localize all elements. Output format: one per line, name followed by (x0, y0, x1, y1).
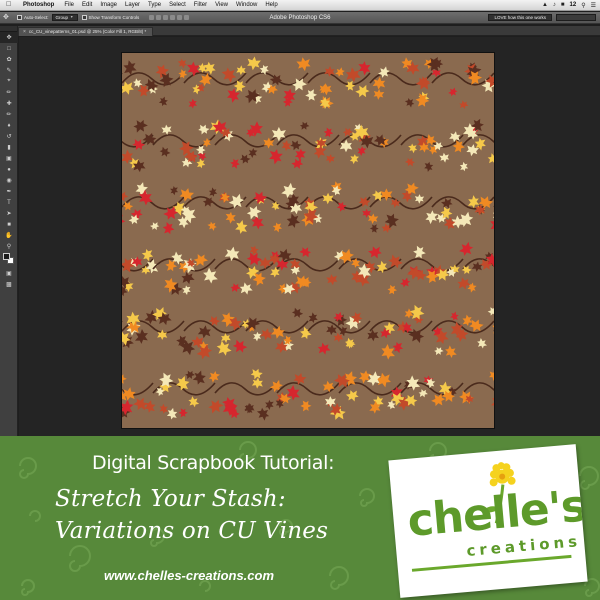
notification-icon[interactable]: ■ (561, 2, 565, 8)
lasso-tool-icon[interactable]: ✿ (0, 54, 18, 65)
transform-controls-checkbox[interactable] (81, 15, 87, 20)
transform-controls-label: Show Transform Controls (88, 15, 140, 20)
menu-file[interactable]: File (60, 2, 78, 8)
eyedropper-tool-icon[interactable]: ✏ (0, 87, 18, 98)
volume-icon[interactable]: ♪ (553, 2, 556, 8)
document-workspace[interactable] (19, 37, 600, 436)
pen-tool-icon[interactable]: ✒ (0, 186, 18, 197)
path-select-icon[interactable]: ➤ (0, 208, 18, 219)
wifi-icon[interactable]: ▲ (542, 2, 548, 8)
menu-window[interactable]: Window (232, 2, 261, 8)
headline-line-2: Variations on CU Vines (55, 518, 329, 544)
close-icon[interactable]: × (23, 28, 26, 36)
color-swatches (0, 252, 18, 268)
align-top-icon[interactable] (149, 15, 155, 20)
website-link[interactable]: www.chelles-creations.com (104, 568, 274, 583)
healing-brush-icon[interactable]: ✚ (0, 98, 18, 109)
align-middle-icon[interactable] (156, 15, 162, 20)
tutorial-tagline: Digital Scrapbook Tutorial: (92, 452, 335, 474)
search-input[interactable] (556, 14, 596, 21)
mac-menu-bar:  Photoshop File Edit Image Layer Type S… (0, 0, 600, 11)
document-tab-bar: × cc_CU_vinepatterns_01.psd @ 25% (Color… (18, 26, 600, 36)
eraser-tool-icon[interactable]: ▮ (0, 142, 18, 153)
quick-select-tool-icon[interactable]: ✎ (0, 65, 18, 76)
menu-layer[interactable]: Layer (121, 2, 144, 8)
workspace-switcher[interactable]: LOVE how this one works (488, 14, 552, 21)
type-tool-icon[interactable]: T (0, 197, 18, 208)
auto-select-dropdown[interactable]: Group ▼ (51, 14, 78, 21)
brush-tool-icon[interactable]: ✏ (0, 109, 18, 120)
crop-tool-icon[interactable]: ⌖ (0, 76, 18, 87)
menu-view[interactable]: View (211, 2, 232, 8)
menu-type[interactable]: Type (144, 2, 165, 8)
menu-select[interactable]: Select (165, 2, 190, 8)
align-left-icon[interactable] (170, 15, 176, 20)
status-badge-count: 12 (569, 2, 577, 8)
shape-tool-icon[interactable]: ■ (0, 219, 18, 230)
menu-help[interactable]: Help (261, 2, 281, 8)
tools-panel: ✥ □ ✿ ✎ ⌖ ✏ ✚ ✏ ♦ ↺ ▮ ▣ ● ◉ ✒ T ➤ ■ ✋ ⚲ … (0, 26, 18, 436)
document-tab[interactable]: × cc_CU_vinepatterns_01.psd @ 25% (Color… (18, 27, 154, 36)
headline-line-1: Stretch Your Stash: (55, 486, 286, 512)
align-right-icon[interactable] (184, 15, 190, 20)
quick-mask-icon[interactable]: ▣ (0, 268, 18, 279)
status-area: ▲ ♪ ■ 12 ⚲ ☰ (542, 2, 600, 9)
menu-list-icon[interactable]: ☰ (591, 2, 596, 9)
chelles-creations-logo: chelle's creations (388, 444, 588, 598)
gradient-tool-icon[interactable]: ▣ (0, 153, 18, 164)
document-tab-label: cc_CU_vinepatterns_01.psd @ 25% (Color F… (28, 29, 147, 34)
move-tool-preset-icon[interactable]: ✥ (3, 13, 13, 22)
clone-stamp-icon[interactable]: ♦ (0, 120, 18, 131)
auto-select-label: Auto-Select: (24, 15, 49, 20)
apple-icon[interactable]:  (6, 1, 14, 9)
chevron-down-icon: ▼ (70, 15, 74, 19)
auto-select-value: Group (55, 15, 69, 20)
options-bar: ✥ Auto-Select: Group ▼ Show Transform Co… (0, 12, 600, 24)
menu-image[interactable]: Image (96, 2, 121, 8)
spotlight-icon[interactable]: ⚲ (581, 2, 585, 9)
hand-tool-icon[interactable]: ✋ (0, 230, 18, 241)
align-center-icon[interactable] (177, 15, 183, 20)
align-bottom-icon[interactable] (163, 15, 169, 20)
marquee-tool-icon[interactable]: □ (0, 43, 18, 54)
zoom-tool-icon[interactable]: ⚲ (0, 241, 18, 252)
dodge-tool-icon[interactable]: ◉ (0, 175, 18, 186)
menu-filter[interactable]: Filter (190, 2, 211, 8)
auto-select-checkbox[interactable] (17, 15, 22, 20)
vine-pattern-artwork (122, 53, 494, 428)
history-brush-icon[interactable]: ↺ (0, 131, 18, 142)
document-canvas[interactable] (122, 53, 494, 428)
screen-mode-icon[interactable]: ▩ (0, 279, 18, 290)
move-tool-icon[interactable]: ✥ (0, 32, 18, 43)
foreground-color-swatch[interactable] (3, 253, 10, 260)
align-buttons (149, 15, 190, 20)
menu-edit[interactable]: Edit (78, 2, 96, 8)
blur-tool-icon[interactable]: ● (0, 164, 18, 175)
menu-photoshop[interactable]: Photoshop (19, 2, 60, 8)
